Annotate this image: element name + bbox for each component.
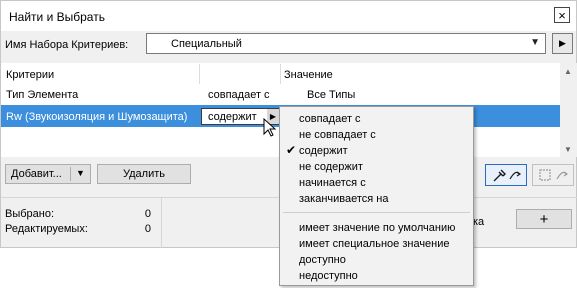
delete-button-label: Удалить — [123, 168, 165, 180]
editable-count-value: 0 — [144, 223, 151, 235]
criteria-set-label: Имя Набора Критериев: — [5, 39, 129, 51]
plus-icon: + — [539, 210, 549, 228]
chevron-down-icon[interactable]: ▼ — [76, 168, 85, 178]
row-1-value[interactable]: Все Типы — [307, 89, 355, 101]
menu-item-matches[interactable]: совпадает с — [280, 111, 473, 127]
selected-count-label: Выбрано: — [5, 208, 55, 220]
column-divider[interactable] — [280, 64, 281, 84]
close-icon: × — [558, 7, 566, 23]
add-button-divider — [70, 167, 71, 181]
menu-item-not-matches[interactable]: не совпадает с — [280, 127, 473, 143]
criteria-set-value: Специальный — [171, 38, 242, 50]
marquee-tool-button[interactable] — [532, 164, 574, 186]
editable-count-label: Редактируемых: — [5, 223, 88, 235]
mouse-cursor-icon — [263, 118, 277, 137]
criteria-set-next-button[interactable]: ▶ — [552, 33, 573, 54]
row-1-criterion[interactable]: Тип Элемента — [6, 89, 78, 101]
add-selection-button[interactable]: + — [516, 209, 572, 229]
scroll-down-icon[interactable]: ▼ — [564, 145, 572, 154]
menu-item-unavailable[interactable]: недоступно — [280, 268, 473, 284]
criteria-set-dropdown[interactable]: Специальный ▼ — [146, 33, 546, 54]
menu-item-has-default-value[interactable]: имеет значение по умолчанию — [280, 220, 473, 236]
row-1-operator[interactable]: совпадает с — [208, 89, 270, 101]
chevron-down-icon: ▼ — [530, 37, 540, 48]
column-divider[interactable] — [199, 64, 200, 84]
eyedropper-icon — [493, 169, 522, 182]
scroll-up-icon[interactable]: ▲ — [564, 67, 572, 76]
play-arrow-icon: ▶ — [559, 38, 566, 48]
operator-context-menu: совпадает с не совпадает с ✔ содержит не… — [279, 106, 474, 286]
vertical-scrollbar[interactable] — [560, 63, 577, 157]
delete-button[interactable]: Удалить — [97, 164, 191, 184]
checkmark-icon: ✔ — [286, 143, 297, 157]
partial-label: ка — [473, 216, 485, 228]
row-2-operator: содержит — [208, 111, 257, 123]
menu-item-available[interactable]: доступно — [280, 252, 473, 268]
menu-item-not-contains[interactable]: не содержит — [280, 159, 473, 175]
selected-count-value: 0 — [144, 208, 151, 220]
marquee-icon — [539, 169, 569, 181]
row-2-criterion[interactable]: Rw (Звукоизоляция и Шумозащита) — [6, 111, 187, 123]
menu-item-starts-with[interactable]: начинается с — [280, 175, 473, 191]
column-header-value[interactable]: Значение — [284, 69, 333, 81]
add-button-label: Добавит... — [11, 168, 62, 180]
menu-item-contains[interactable]: ✔ содержит — [280, 143, 473, 159]
eyedropper-tool-button[interactable] — [485, 164, 527, 186]
titlebar: Найти и Выбрать × — [1, 1, 576, 31]
section-divider — [161, 198, 162, 248]
menu-item-has-custom-value[interactable]: имеет специальное значение — [280, 236, 473, 252]
menu-item-ends-with[interactable]: заканчивается на — [280, 191, 473, 207]
column-header-criteria[interactable]: Критерии — [6, 69, 54, 81]
menu-separator — [283, 212, 470, 213]
add-criterion-button[interactable]: Добавит... ▼ — [5, 164, 91, 184]
window-title: Найти и Выбрать — [9, 10, 105, 24]
close-button[interactable]: × — [554, 7, 570, 23]
